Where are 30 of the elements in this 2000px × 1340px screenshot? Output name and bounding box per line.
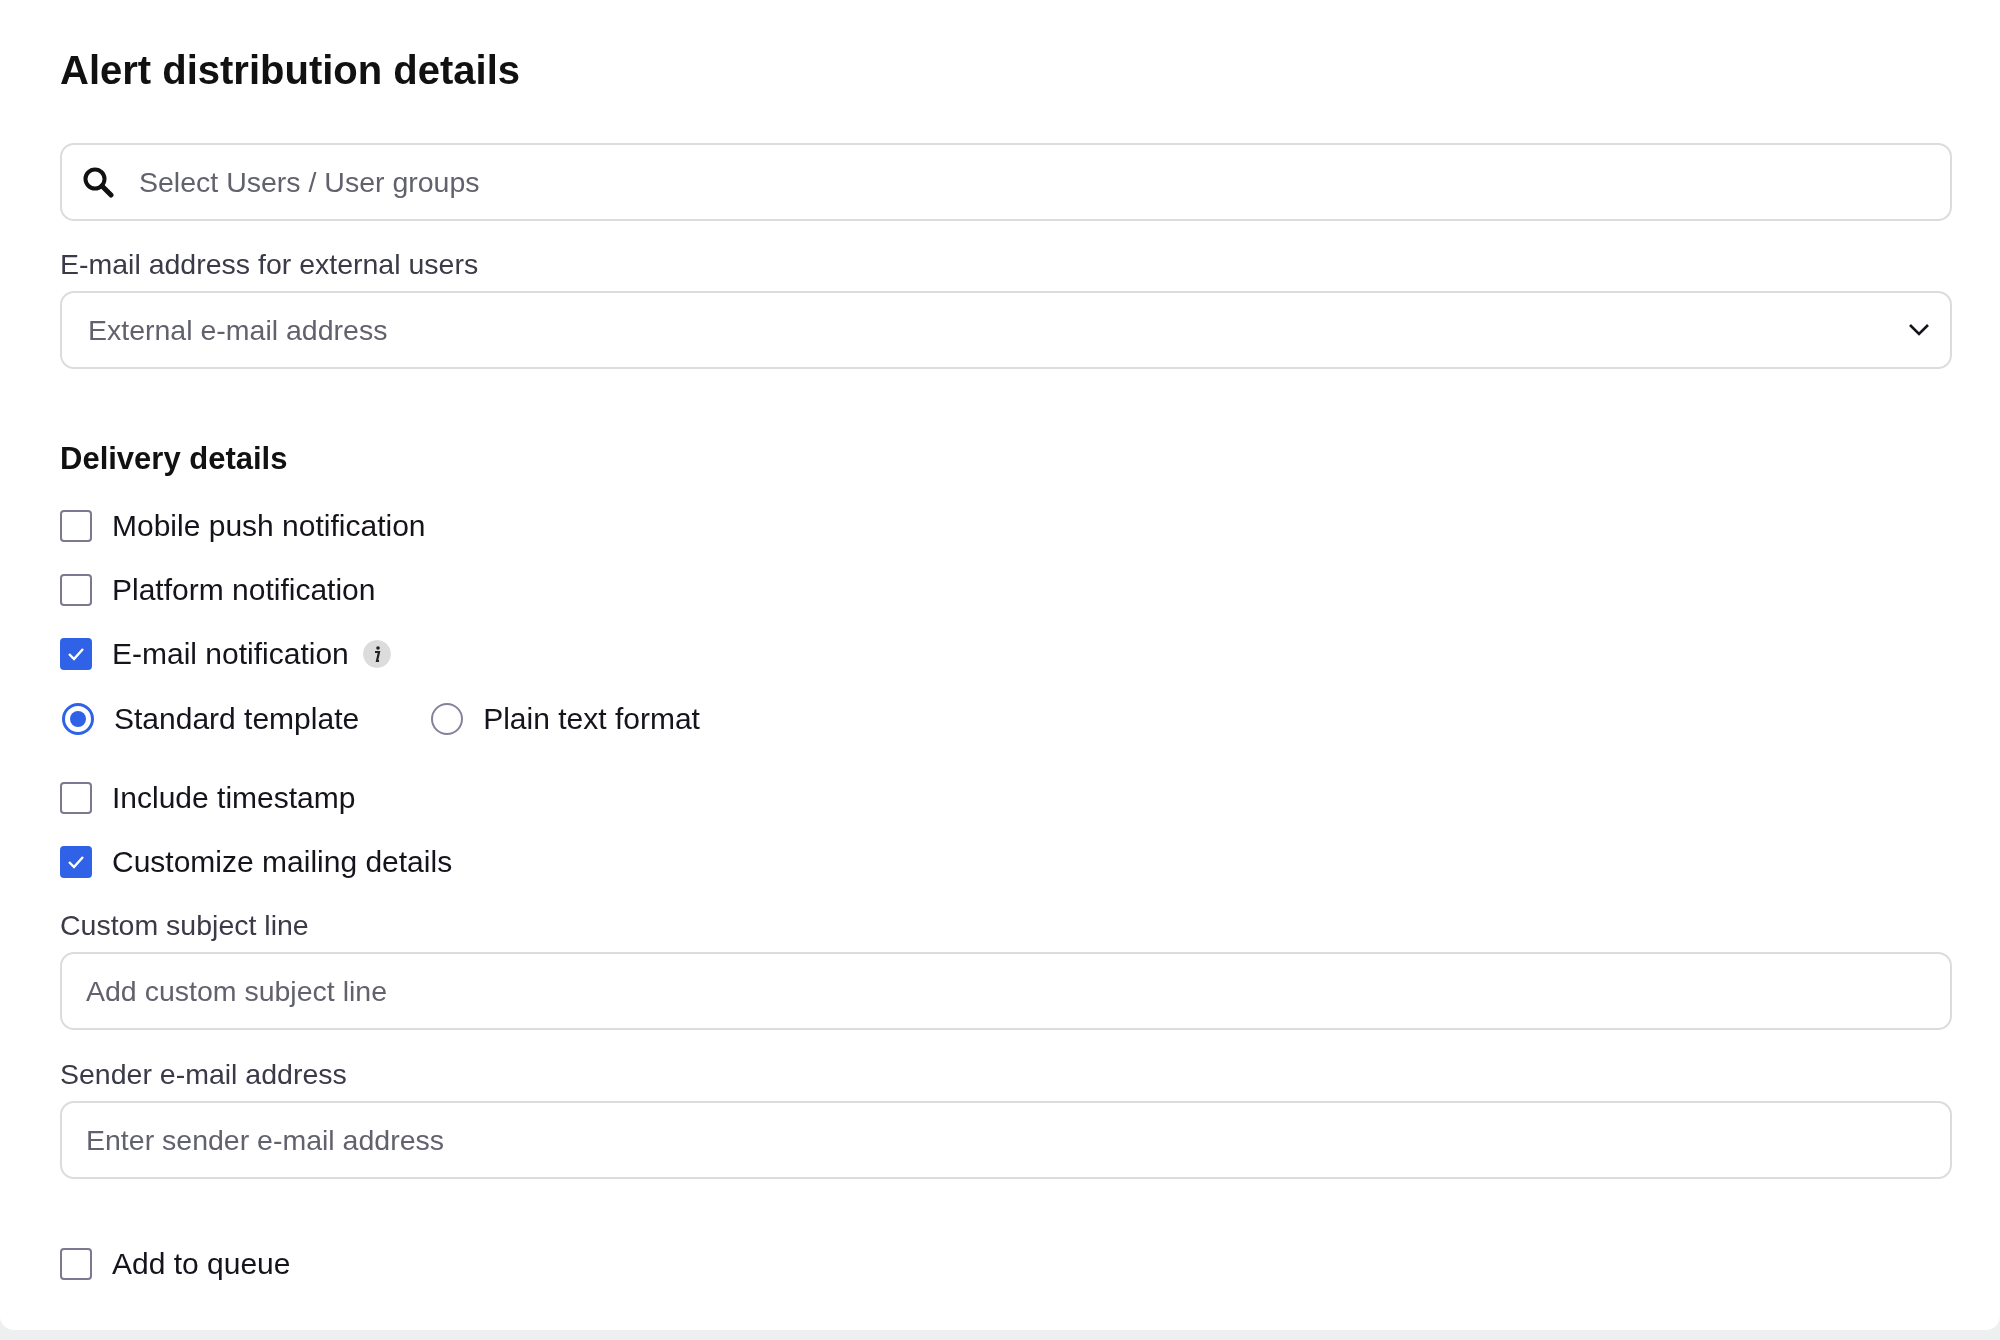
checkbox-label: Add to queue bbox=[112, 1246, 291, 1282]
checkbox-label: Customize mailing details bbox=[112, 844, 453, 880]
input-field[interactable]: Add custom subject line bbox=[60, 952, 1952, 1030]
field-label: E-mail address for external users bbox=[60, 247, 480, 281]
page-title: Alert distribution details bbox=[60, 47, 522, 94]
checkbox[interactable] bbox=[60, 510, 92, 542]
checkbox[interactable] bbox=[60, 574, 92, 606]
checkbox[interactable] bbox=[60, 638, 92, 670]
radio-button[interactable] bbox=[62, 703, 94, 735]
checkbox[interactable] bbox=[60, 846, 92, 878]
field-label: Custom subject line bbox=[60, 908, 310, 942]
radio-label: Standard template bbox=[114, 701, 360, 737]
info-icon[interactable] bbox=[362, 640, 391, 668]
chevron-down-icon[interactable] bbox=[1908, 323, 1930, 337]
input-field[interactable]: Enter sender e-mail address bbox=[60, 1101, 1952, 1179]
checkbox-label: E-mail notification bbox=[112, 636, 349, 672]
checkmark-icon bbox=[67, 647, 85, 661]
checkbox-label: Include timestamp bbox=[112, 780, 356, 816]
section-heading: Delivery details bbox=[60, 440, 289, 478]
radio-label: Plain text format bbox=[483, 701, 700, 737]
radio-button[interactable] bbox=[431, 703, 464, 735]
checkbox-label: Platform notification bbox=[112, 572, 376, 608]
field-label: Sender e-mail address bbox=[60, 1057, 348, 1091]
search-icon bbox=[82, 166, 114, 198]
dropdown-field[interactable]: External e-mail address bbox=[60, 291, 1952, 369]
checkmark-icon bbox=[67, 855, 85, 869]
checkbox-label: Mobile push notification bbox=[112, 508, 426, 544]
search-field[interactable]: Select Users / User groups bbox=[60, 143, 1952, 221]
checkbox[interactable] bbox=[60, 1248, 92, 1280]
checkbox[interactable] bbox=[60, 782, 92, 814]
